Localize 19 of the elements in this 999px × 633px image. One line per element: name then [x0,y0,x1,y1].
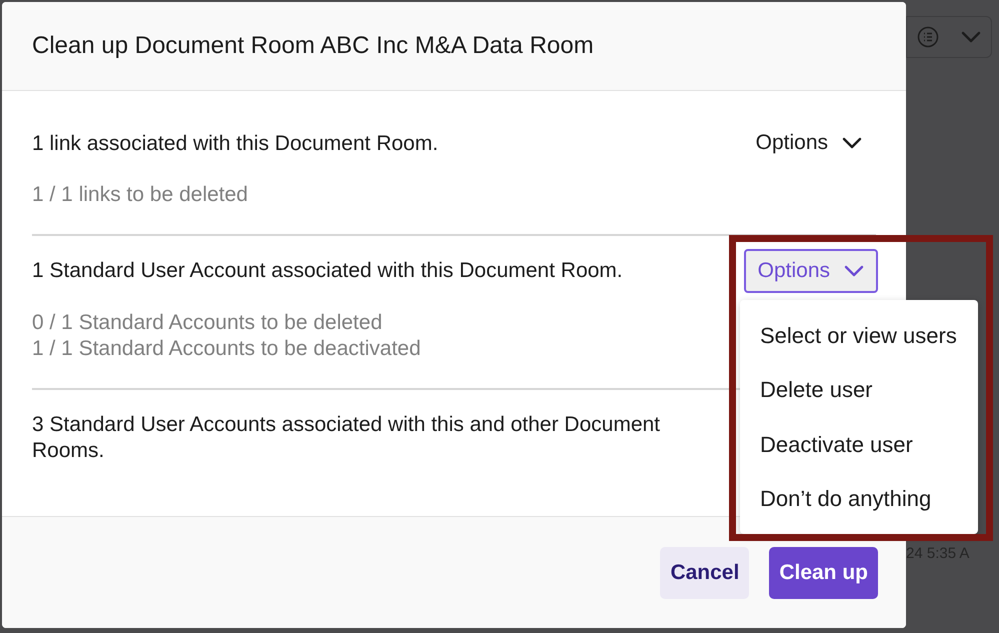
clean-up-button[interactable]: Clean up [769,546,878,598]
section-heading: 3 Standard User Accounts associated with this and other Document Rooms. [32,412,662,464]
cancel-button[interactable]: Cancel [660,546,750,598]
chevron-down-icon [844,265,864,277]
menu-item[interactable]: Deactivate user [740,417,978,472]
detail-text: 1 / 1 Standard Accounts to be deactivated [32,336,422,362]
options-dropdown[interactable]: Options [744,249,878,293]
section-heading: 1 link associated with this Document Room. [32,131,438,157]
menu-item[interactable]: Delete user [740,362,978,417]
list-icon [917,26,939,48]
menu-item[interactable]: Select or view users [740,308,978,362]
dialog-title: Clean up Document Room ABC Inc M&A Data Room [32,31,594,61]
options-dropdown[interactable]: Options [742,121,876,165]
menu-item[interactable]: Don’t do anything [740,472,978,526]
detail-text: 1 / 1 links to be deleted [32,182,249,208]
chevron-down-icon [842,137,862,149]
section-heading: 1 Standard User Account associated with this Document Room. [32,258,623,284]
chevron-down-icon [961,31,981,43]
detail-text: 0 / 1 Standard Accounts to be deleted [32,310,384,336]
